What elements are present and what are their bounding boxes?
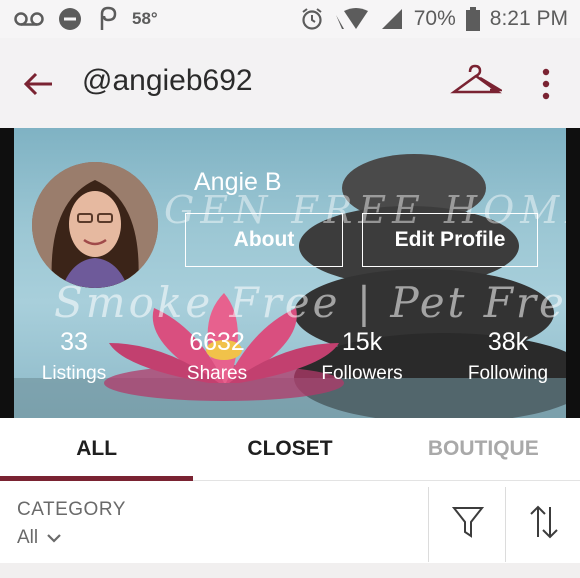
tab-closet[interactable]: CLOSET (193, 418, 386, 480)
stat-followers-label: Followers (321, 363, 403, 384)
filter-divider-1 (428, 487, 429, 562)
poshmark-p-icon (100, 6, 117, 30)
chevron-down-icon (47, 534, 61, 543)
filter-button[interactable] (451, 505, 485, 539)
sort-button[interactable] (528, 503, 560, 541)
do-not-disturb-icon (59, 8, 81, 30)
more-options-button[interactable] (536, 64, 556, 104)
closet-tabs: ALL CLOSET BOUTIQUE (0, 418, 580, 480)
banner-image: GEN FREE HOME Smoke Free | Pet Free Angi… (14, 128, 566, 418)
category-label: CATEGORY (17, 499, 126, 520)
clock-time: 8:21 PM (489, 7, 568, 30)
tab-boutique[interactable]: BOUTIQUE (387, 418, 580, 480)
page-title: @angieb692 (82, 64, 253, 97)
about-button[interactable]: About (185, 213, 343, 267)
app-bar: @angieb692 (0, 38, 580, 128)
avatar[interactable] (32, 162, 158, 288)
edit-profile-button[interactable]: Edit Profile (362, 213, 538, 267)
alarm-icon (302, 8, 322, 30)
wifi-icon (335, 8, 368, 29)
stat-shares[interactable]: 6632 Shares (172, 328, 262, 385)
voicemail-icon (14, 12, 44, 26)
banner-text-line-2: Smoke Free | Pet Free (54, 278, 566, 327)
battery-icon (465, 7, 480, 31)
filter-funnel-icon (451, 507, 485, 538)
bottom-strip (0, 563, 580, 578)
weather-temperature: 58° (132, 9, 158, 28)
hanger-icon (450, 64, 505, 94)
avatar-photo (32, 162, 158, 288)
stat-listings-value: 33 (60, 328, 88, 356)
category-dropdown[interactable]: All (17, 527, 62, 549)
status-bar-right: 70% 8:21 PM (300, 4, 568, 34)
signal-icon (381, 9, 402, 29)
profile-display-name: Angie B (194, 168, 282, 196)
stat-followers-value: 15k (341, 328, 383, 356)
back-button[interactable] (22, 66, 58, 102)
back-arrow-icon (23, 72, 52, 96)
category-value: All (17, 527, 39, 548)
sort-arrows-icon (530, 505, 558, 539)
tab-all[interactable]: ALL (0, 418, 193, 480)
stat-following[interactable]: 38k Following (458, 328, 558, 385)
status-bar-left: 58° (14, 4, 158, 34)
stat-following-value: 38k (487, 328, 529, 356)
stat-shares-label: Shares (186, 363, 248, 384)
battery-percentage: 70% (413, 7, 456, 30)
filter-divider-2 (505, 487, 506, 562)
stat-shares-value: 6632 (189, 328, 245, 356)
status-bar: 58° 70% 8:21 PM (0, 0, 580, 38)
profile-banner: GEN FREE HOME Smoke Free | Pet Free Angi… (0, 128, 580, 418)
stat-followers[interactable]: 15k Followers (312, 328, 412, 385)
stat-listings-label: Listings (41, 363, 107, 384)
stat-listings[interactable]: 33 Listings (34, 328, 114, 385)
closet-hanger-button[interactable] (450, 62, 505, 102)
more-vertical-icon (542, 68, 550, 100)
stat-following-label: Following (467, 363, 549, 384)
